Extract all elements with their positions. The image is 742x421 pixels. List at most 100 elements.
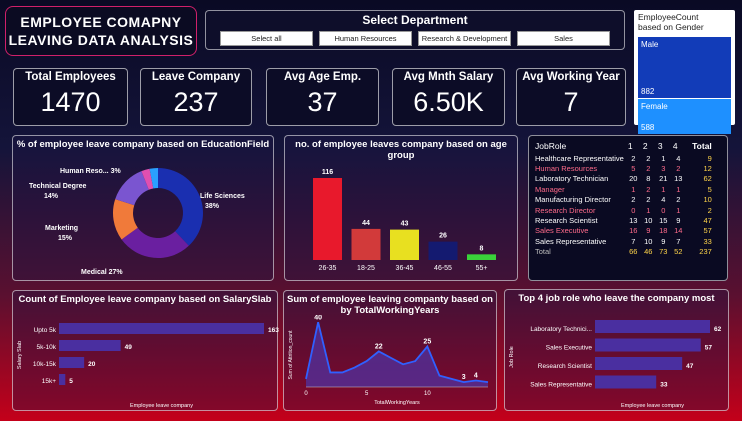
col-header[interactable]: 1 [626, 139, 641, 153]
title-line-1: EMPLOYEE COMAPNY [20, 14, 182, 30]
count-cell: 1 [631, 184, 636, 194]
age-group-bars: 116 26-35 44 18-25 43 36-45 26 46-55 8 55+ [313, 169, 496, 272]
bar-category: Sales Representative [530, 382, 592, 389]
dept-option-research-development[interactable]: Research & Development [418, 31, 511, 46]
age-bar-label: 46-55 [434, 265, 452, 272]
gender-tile-male[interactable]: Male 882 [638, 37, 731, 98]
age-bar [428, 241, 458, 260]
col-header[interactable]: 2 [641, 139, 656, 153]
total-cell: 10 [703, 195, 712, 205]
col-header[interactable]: Total [686, 139, 714, 153]
bar-category: Sales Executive [546, 345, 593, 352]
dashboard-title: EMPLOYEE COMAPNY LEAVING DATA ANALYSIS [5, 6, 197, 56]
col-header[interactable]: 4 [671, 139, 686, 153]
dept-option-sales[interactable]: Sales [517, 31, 610, 46]
count-cell: 5 [631, 164, 636, 174]
table-row[interactable]: Sales Executive 16 9 18 14 57 [533, 226, 714, 236]
jobrole-cell: Healthcare Representative [535, 153, 624, 163]
age-bar-value: 116 [322, 169, 333, 176]
count-cell: 2 [676, 195, 681, 205]
table-row[interactable]: Research Director 0 1 0 1 2 [533, 205, 714, 215]
count-cell: 4 [661, 195, 666, 205]
jobrole-cell: Research Director [535, 205, 596, 215]
count-cell: 2 [646, 164, 651, 174]
jobrole-matrix: JobRole 1 2 3 4 Total Healthcare Represe… [528, 135, 728, 281]
count-cell: 3 [661, 164, 666, 174]
count-cell: 2 [646, 184, 651, 194]
count-cell: 73 [659, 247, 668, 257]
chart-title: Count of Employee leave company based on… [18, 294, 272, 305]
count-cell: 14 [674, 226, 683, 236]
bar [59, 340, 121, 351]
count-cell: 15 [659, 216, 668, 226]
total-cell: 62 [703, 174, 712, 184]
bar-value: 49 [125, 344, 133, 351]
x-tick: 0 [304, 391, 308, 397]
count-cell: 10 [644, 216, 653, 226]
age-bar-value: 44 [362, 220, 370, 227]
education-field-chart: % of employee leave company based on Edu… [12, 135, 274, 281]
chart-title: Top 4 job role who leave the company mos… [518, 293, 715, 304]
bar [59, 357, 85, 368]
count-cell: 2 [676, 164, 681, 174]
count-cell: 2 [631, 195, 636, 205]
gender-tile-female[interactable]: Female 588 [638, 99, 731, 134]
department-slicer-title: Select Department [362, 13, 468, 27]
donut-label: Medical 27% [81, 269, 123, 276]
top-jobrole-chart: Top 4 job role who leave the company mos… [504, 289, 729, 411]
bar-category: 10k-15k [33, 361, 57, 368]
working-years-chart: Sum of employee leaving companty based o… [283, 290, 497, 411]
table-row[interactable]: Research Scientist 13 10 15 9 47 [533, 215, 714, 225]
table-row[interactable]: Sales Representative 7 10 9 7 33 [533, 236, 714, 246]
total-cell: 33 [703, 236, 712, 246]
bar-category: Laboratory Technici... [530, 326, 592, 333]
col-header[interactable]: 3 [656, 139, 671, 153]
point-label: 4 [474, 373, 478, 380]
table-row[interactable]: Laboratory Technician 20 8 21 13 62 [533, 174, 714, 184]
gender-title-line-1: EmployeeCount [638, 12, 699, 22]
col-header[interactable]: JobRole [533, 139, 626, 153]
dept-option-human-resources[interactable]: Human Resources [319, 31, 412, 46]
title-line-2: LEAVING DATA ANALYSIS [8, 32, 194, 48]
table-row[interactable]: Human Resources 5 2 3 2 12 [533, 163, 714, 173]
point-label: 25 [423, 339, 431, 346]
kpi-total-employees: Total Employees 1470 [13, 68, 128, 126]
table-row[interactable]: Manager 1 2 1 1 5 [533, 184, 714, 194]
age-bar-label: 18-25 [357, 265, 375, 272]
donut-label: Marketing [45, 225, 78, 232]
age-bar [390, 229, 419, 260]
age-bar-value: 26 [439, 233, 447, 240]
donut-label: Human Reso... 3% [60, 168, 121, 175]
table-row[interactable]: Healthcare Representative 2 2 1 4 9 [533, 153, 714, 163]
kpi-label: Total Employees [25, 71, 116, 83]
kpi-value: 6.50K [413, 87, 484, 117]
dept-option-select-all[interactable]: Select all [220, 31, 313, 46]
bar-value: 5 [69, 378, 73, 385]
bar-category: 15k+ [42, 378, 56, 385]
kpi-avg-monthly-salary: Avg Mnth Salary 6.50K [392, 68, 505, 126]
donut-slice [158, 168, 204, 246]
age-bar [467, 254, 496, 260]
count-cell: 1 [676, 205, 681, 215]
count-cell: 52 [674, 247, 683, 257]
x-tick: 10 [424, 391, 431, 397]
age-bar-label: 55+ [476, 265, 488, 272]
kpi-label: Avg Age Emp. [283, 71, 362, 83]
count-cell: 10 [644, 236, 653, 246]
area-fill [306, 322, 488, 387]
kpi-label: Leave Company [151, 71, 241, 83]
kpi-avg-age: Avg Age Emp. 37 [266, 68, 379, 126]
bar-value: 62 [714, 326, 722, 333]
jobrole-cell: Research Scientist [535, 216, 598, 226]
point-label: 40 [314, 315, 322, 321]
count-cell: 7 [676, 236, 681, 246]
count-cell: 4 [676, 153, 681, 163]
count-cell: 8 [646, 174, 651, 184]
count-cell: 18 [659, 226, 668, 236]
table-row[interactable]: Manufacturing Director 2 2 4 2 10 [533, 195, 714, 205]
table-row[interactable]: Total 66 46 73 52 237 [533, 247, 714, 257]
gender-treemap-title: EmployeeCount based on Gender [634, 10, 735, 34]
chart-title: % of employee leave company based on Edu… [16, 139, 270, 150]
bar [595, 338, 701, 352]
salary-slab-chart: Count of Employee leave company based on… [12, 290, 279, 411]
